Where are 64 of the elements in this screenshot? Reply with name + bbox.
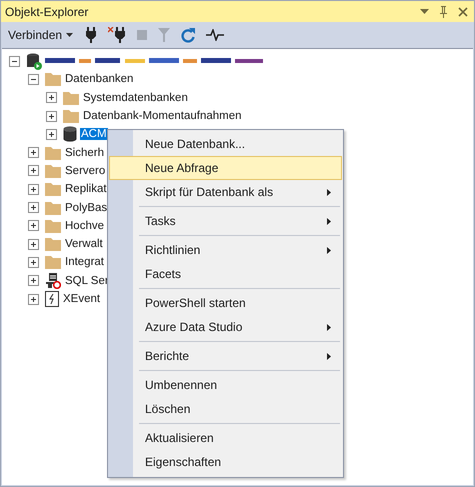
folder-icon	[45, 218, 61, 233]
plug-icon[interactable]	[85, 27, 98, 43]
menu-item[interactable]: Richtlinien	[109, 238, 342, 262]
activity-icon[interactable]	[206, 29, 224, 41]
menu-item[interactable]: PowerShell starten	[109, 291, 342, 315]
tree-item[interactable]: ACM	[80, 128, 108, 140]
menu-item[interactable]: Azure Data Studio	[109, 315, 342, 339]
folder-icon	[45, 164, 61, 178]
expand-toggle[interactable]	[28, 275, 39, 286]
database-icon	[63, 126, 77, 142]
dropdown-icon[interactable]	[420, 9, 429, 14]
refresh-icon[interactable]	[181, 28, 196, 42]
menu-item[interactable]: Neue Datenbank...	[109, 132, 342, 156]
server-icon	[26, 52, 42, 70]
expand-toggle[interactable]	[28, 256, 39, 268]
tree-item[interactable]: Datenbank-Momentaufnahmen	[82, 110, 243, 122]
connect-button[interactable]: Verbinden	[7, 26, 74, 44]
menu-item[interactable]: Aktualisieren	[109, 426, 342, 450]
close-icon[interactable]	[458, 6, 468, 16]
expand-toggle[interactable]	[28, 202, 39, 214]
expand-toggle[interactable]	[28, 238, 39, 250]
folder-icon	[63, 109, 79, 124]
tree-item[interactable]: XEvent	[62, 293, 102, 305]
caret-icon	[66, 33, 74, 37]
folder-icon	[45, 146, 61, 160]
tree-item[interactable]: Replikat	[64, 183, 108, 196]
collapse-toggle[interactable]	[28, 74, 39, 85]
folder-icon	[45, 255, 61, 270]
menu-item[interactable]: Berichte	[109, 344, 342, 368]
expand-toggle[interactable]	[46, 128, 57, 140]
menu-item[interactable]: Umbenennen	[109, 373, 342, 397]
folder-icon	[45, 72, 61, 86]
disconnect-icon[interactable]	[108, 27, 126, 43]
tree-item[interactable]: Integrat	[64, 256, 105, 268]
folder-icon	[45, 182, 61, 196]
menu-item[interactable]: Tasks	[109, 209, 342, 233]
menu-item[interactable]: Löschen	[109, 397, 342, 421]
expand-toggle[interactable]	[28, 220, 39, 232]
agent-icon	[45, 272, 61, 289]
menu-item[interactable]: Neue Abfrage	[109, 156, 342, 180]
tree-item[interactable]: Hochve	[64, 220, 105, 232]
pin-icon[interactable]	[439, 6, 448, 18]
expand-toggle[interactable]	[46, 110, 57, 122]
folder-icon	[63, 90, 79, 105]
tree-item[interactable]: Sicherh	[64, 146, 105, 159]
panel-title: Objekt-Explorer	[5, 4, 90, 18]
expand-toggle[interactable]	[46, 92, 57, 104]
collapse-toggle[interactable]	[9, 56, 20, 67]
tree-item[interactable]: Verwalt	[64, 238, 104, 250]
expand-toggle[interactable]	[28, 147, 39, 158]
menu-item[interactable]: Facets	[109, 262, 342, 286]
tree-item[interactable]: PolyBas	[64, 202, 108, 214]
expand-toggle[interactable]	[28, 294, 39, 304]
tree-item[interactable]: Servero	[64, 164, 106, 177]
tree-item[interactable]: Systemdatenbanken	[82, 92, 189, 104]
folder-icon	[45, 200, 61, 215]
folder-icon	[45, 237, 61, 252]
event-icon	[45, 291, 59, 307]
menu-item[interactable]: Skript für Datenbank als	[109, 180, 342, 204]
menu-item[interactable]: Eigenschaften	[109, 450, 342, 474]
tree-item[interactable]: Datenbanken	[64, 73, 134, 86]
expand-toggle[interactable]	[28, 184, 39, 195]
tree-item[interactable]: SQL Ser	[64, 274, 110, 287]
expand-toggle[interactable]	[28, 165, 39, 176]
